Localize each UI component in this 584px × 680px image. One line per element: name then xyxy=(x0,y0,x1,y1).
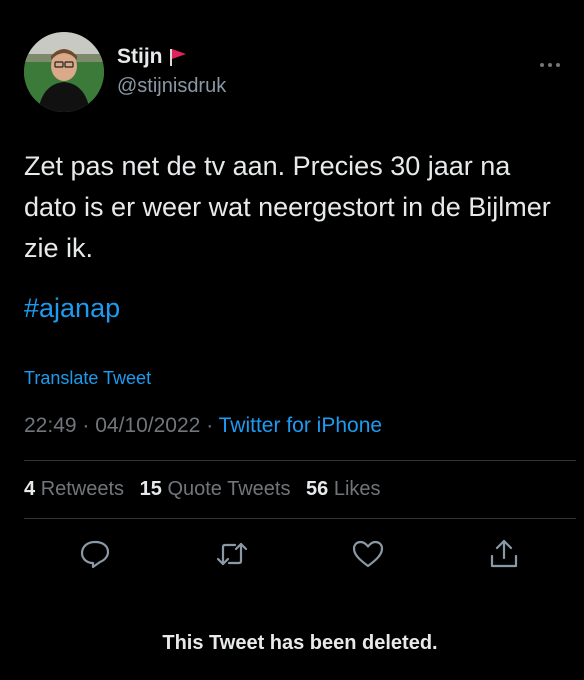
tweet-source-link[interactable]: Twitter for iPhone xyxy=(219,414,382,437)
display-name-text: Stijn xyxy=(117,45,163,68)
separator-dot: · xyxy=(206,414,219,437)
action-bar xyxy=(24,536,576,572)
tweet-page: Stijn @stijnisdruk Zet pas net de tv aan… xyxy=(0,0,584,680)
quote-tweets-stat[interactable]: 15 Quote Tweets xyxy=(140,478,291,500)
avatar[interactable] xyxy=(24,32,104,112)
likes-stat[interactable]: 56 Likes xyxy=(306,478,381,500)
divider xyxy=(24,460,576,461)
likes-count: 56 xyxy=(306,478,329,500)
user-handle[interactable]: @stijnisdruk xyxy=(117,75,226,98)
tweet-text: Zet pas net de tv aan. Precies 30 jaar n… xyxy=(24,151,551,263)
red-flag-icon xyxy=(169,47,187,67)
translate-tweet-link[interactable]: Translate Tweet xyxy=(24,368,151,389)
quote-tweets-count: 15 xyxy=(139,478,162,500)
engagement-stats: 4 Retweets 15 Quote Tweets 56 Likes xyxy=(24,478,391,501)
retweet-icon[interactable] xyxy=(214,536,250,572)
retweets-count: 4 xyxy=(24,478,36,500)
separator-dot: · xyxy=(82,414,96,437)
tweet-time[interactable]: 22:49 xyxy=(24,414,77,437)
tweet-date[interactable]: 04/10/2022 xyxy=(95,414,200,437)
reply-icon[interactable] xyxy=(77,536,113,572)
quote-tweets-label: Quote Tweets xyxy=(167,478,291,500)
tweet-header: Stijn @stijnisdruk xyxy=(24,32,564,112)
share-icon[interactable] xyxy=(486,536,522,572)
deleted-notice: This Tweet has been deleted. xyxy=(162,632,438,654)
tweet-metadata: 22:49 · 04/10/2022 · Twitter for iPhone xyxy=(24,414,382,438)
retweets-label: Retweets xyxy=(40,478,125,500)
divider xyxy=(24,518,576,519)
retweets-stat[interactable]: 4 Retweets xyxy=(24,478,124,500)
like-icon[interactable] xyxy=(350,536,386,572)
display-name[interactable]: Stijn xyxy=(117,45,187,69)
hashtag-link[interactable]: #ajanap xyxy=(24,288,120,329)
likes-label: Likes xyxy=(333,478,381,500)
more-options-icon[interactable] xyxy=(538,56,562,67)
